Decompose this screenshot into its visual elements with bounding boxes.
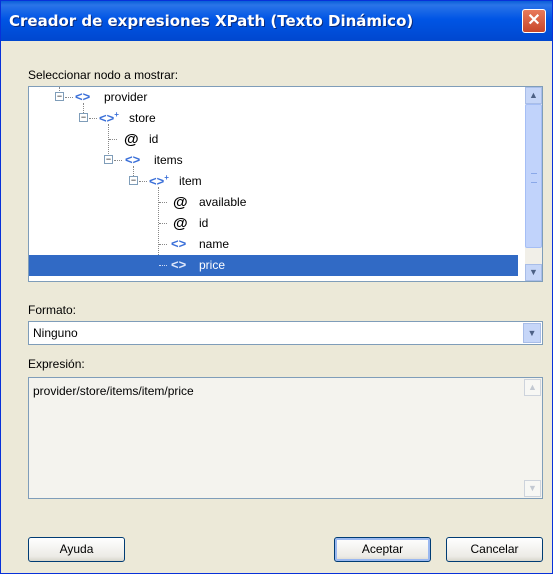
tree-node-label: items (154, 153, 183, 167)
help-button[interactable]: Ayuda (28, 537, 125, 562)
chevron-up-icon: ▲ (529, 90, 538, 100)
title-bar[interactable]: Creador de expresiones XPath (Texto Diná… (1, 1, 552, 41)
scroll-thumb[interactable] (525, 104, 542, 248)
format-value: Ninguno (33, 326, 78, 340)
tree-row[interactable]: <> name (29, 234, 518, 255)
expression-label: Expresión: (28, 357, 85, 371)
tree-row[interactable]: @ available (29, 192, 518, 213)
tree-row[interactable]: @ id (29, 213, 518, 234)
tree-row[interactable]: − <>+ store (29, 108, 518, 129)
collapse-icon[interactable]: − (79, 113, 88, 122)
chevron-down-icon: ▼ (527, 328, 537, 338)
expression-field[interactable]: provider/store/items/item/price ▲ ▼ (28, 377, 543, 499)
tree-row-selected[interactable]: <> price (29, 255, 518, 276)
element-icon: <> (171, 236, 187, 251)
close-button[interactable]: ✕ (522, 9, 546, 33)
chevron-down-icon: ▼ (529, 267, 538, 277)
repeating-element-icon: <>+ (99, 110, 119, 126)
ok-button[interactable]: Aceptar (334, 537, 431, 562)
tree-node-label: available (199, 195, 247, 209)
element-icon: <> (125, 152, 141, 167)
tree-label: Seleccionar nodo a mostrar: (28, 68, 179, 82)
scroll-down-button: ▼ (524, 480, 541, 497)
close-icon: ✕ (527, 12, 541, 29)
chevron-down-icon: ▼ (528, 483, 537, 493)
scroll-down-button[interactable]: ▼ (525, 264, 542, 281)
cancel-button[interactable]: Cancelar (446, 537, 543, 562)
collapse-icon[interactable]: − (129, 176, 138, 185)
tree-row[interactable]: − <> items (29, 150, 518, 171)
collapse-icon[interactable]: − (104, 155, 113, 164)
tree-row[interactable]: − <> provider (29, 87, 518, 108)
tree-node-label: provider (104, 90, 148, 104)
tree-node-label: id (199, 216, 209, 230)
attribute-icon: @ (173, 194, 188, 211)
repeating-element-icon: <>+ (149, 173, 169, 189)
chevron-up-icon: ▲ (528, 382, 537, 392)
collapse-icon[interactable]: − (55, 92, 64, 101)
tree-node-label: id (149, 132, 159, 146)
element-icon: <> (171, 257, 187, 272)
tree-row[interactable]: @ id (29, 129, 518, 150)
tree-node-label: store (129, 111, 156, 125)
attribute-icon: @ (173, 215, 188, 232)
format-select[interactable]: Ninguno ▼ (28, 321, 543, 345)
scroll-up-button: ▲ (524, 379, 541, 396)
dialog-window: Creador de expresiones XPath (Texto Diná… (0, 0, 553, 574)
element-icon: <> (75, 89, 91, 104)
expression-scrollbar: ▲ ▼ (524, 379, 541, 497)
format-label: Formato: (28, 303, 77, 317)
window-title: Creador de expresiones XPath (Texto Diná… (9, 12, 414, 30)
tree-row[interactable]: − <>+ item (29, 171, 518, 192)
tree-node-label: item (179, 174, 202, 188)
tree-scrollbar[interactable]: ▲ ▼ (525, 87, 542, 281)
attribute-icon: @ (124, 131, 139, 148)
tree-node-label: price (199, 258, 226, 272)
dropdown-button[interactable]: ▼ (523, 323, 541, 343)
node-tree[interactable]: − <> provider − <>+ store @ id − <> item… (28, 86, 543, 282)
scroll-up-button[interactable]: ▲ (525, 87, 542, 104)
expression-value: provider/store/items/item/price (33, 384, 194, 398)
tree-node-label: name (199, 237, 230, 251)
